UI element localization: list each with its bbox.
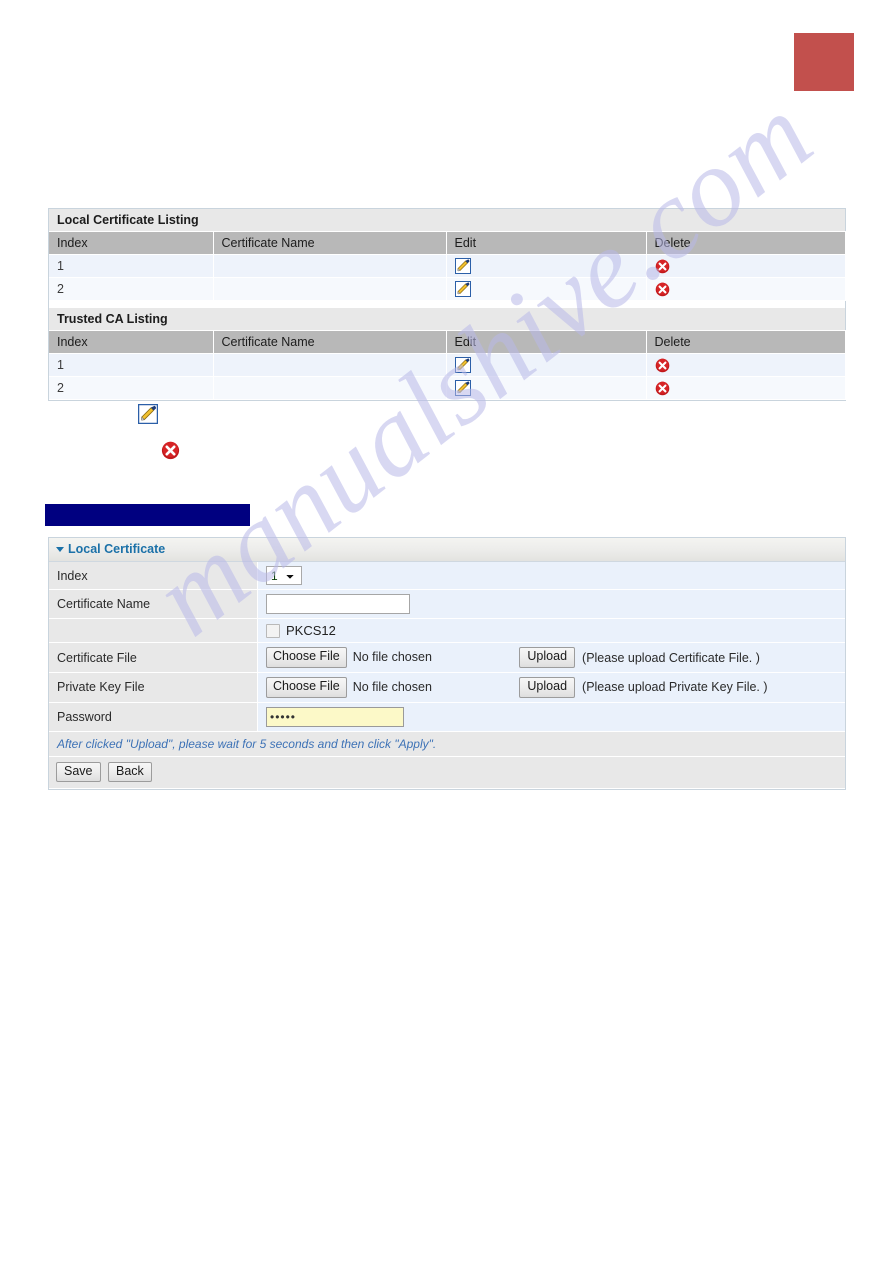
label-certificate-name: Certificate Name	[49, 589, 258, 619]
column-header-delete: Delete	[646, 330, 846, 354]
form-row-password: Password	[49, 702, 845, 732]
cell-edit[interactable]	[446, 376, 647, 400]
private-key-file-upload-group: Upload (Please upload Private Key File. …	[519, 676, 768, 698]
label-password: Password	[49, 702, 258, 732]
private-key-file-choose-button[interactable]: Choose File	[266, 676, 347, 698]
red-logo-block	[794, 33, 854, 91]
back-button[interactable]: Back	[107, 761, 152, 783]
edit-pen-icon[interactable]	[454, 258, 471, 274]
panel-title: Local Certificate	[68, 542, 166, 556]
column-header-index: Index	[49, 231, 214, 255]
local-certificate-form: Index 1 Certificate Name PKCS12 Certific…	[49, 562, 845, 790]
delete-circle-icon[interactable]	[655, 381, 670, 396]
cell-certificate-name	[213, 353, 447, 377]
listing-title-trusted-ca: Trusted CA Listing	[49, 308, 846, 331]
listing-header-trusted-ca: Index Certificate Name Edit Delete	[49, 330, 846, 354]
form-notice: After clicked "Upload", please wait for …	[49, 731, 845, 757]
private-key-file-hint: (Please upload Private Key File. )	[582, 680, 768, 695]
private-key-file-status: No file chosen	[352, 679, 432, 694]
delete-circle-icon[interactable]	[655, 259, 670, 274]
column-header-edit: Edit	[446, 330, 647, 354]
password-input-wrap	[266, 705, 418, 728]
delete-circle-icon[interactable]	[655, 358, 670, 373]
label-index: Index	[49, 562, 258, 590]
cell-delete[interactable]	[646, 376, 846, 400]
cell-edit[interactable]	[446, 277, 647, 301]
cell-index: 2	[49, 277, 214, 301]
certificate-listings: Local Certificate Listing Index Certific…	[48, 208, 846, 401]
cell-index: 1	[49, 254, 214, 278]
cell-edit[interactable]	[446, 254, 647, 278]
column-header-edit: Edit	[446, 231, 647, 255]
edit-pen-icon[interactable]	[454, 281, 471, 297]
table-row[interactable]: 1	[49, 254, 846, 278]
listing-section-title-trusted-ca: Trusted CA Listing	[49, 308, 846, 331]
chevron-down-icon[interactable]	[56, 546, 64, 552]
label-certificate-file: Certificate File	[49, 642, 258, 673]
cell-certificate-name	[213, 376, 447, 400]
form-actions: Save Back	[49, 756, 845, 790]
legend-edit-pen-icon	[138, 404, 158, 429]
form-row-certificate-name: Certificate Name	[49, 589, 845, 619]
edit-pen-icon[interactable]	[454, 380, 471, 396]
column-header-index: Index	[49, 330, 214, 354]
form-row-index: Index 1	[49, 562, 845, 590]
listing-section-title-local: Local Certificate Listing	[49, 209, 846, 232]
local-certificate-panel: Local Certificate Index 1 Certificate Na…	[48, 537, 846, 791]
table-row[interactable]: 1	[49, 353, 846, 377]
listing-spacer	[49, 300, 846, 308]
cell-delete[interactable]	[646, 277, 846, 301]
label-private-key-file: Private Key File	[49, 672, 258, 703]
listing-title-local: Local Certificate Listing	[49, 209, 846, 232]
table-row[interactable]: 2	[49, 277, 846, 301]
cell-delete[interactable]	[646, 353, 846, 377]
certificate-file-upload-button[interactable]: Upload	[519, 647, 576, 668]
certificate-file-hint: (Please upload Certificate File. )	[582, 650, 760, 665]
panel-header[interactable]: Local Certificate	[49, 538, 845, 562]
certificate-file-status: No file chosen	[352, 649, 432, 664]
cell-edit[interactable]	[446, 353, 647, 377]
column-header-certificate-name: Certificate Name	[213, 231, 447, 255]
legend-delete-circle-icon	[161, 441, 180, 465]
cell-certificate-name	[213, 277, 447, 301]
pkcs12-label: PKCS12	[286, 623, 336, 639]
form-row-pkcs12: PKCS12	[49, 618, 845, 644]
certificate-file-choose-button[interactable]: Choose File	[266, 647, 347, 668]
cell-delete[interactable]	[646, 254, 846, 278]
cell-certificate-name	[213, 254, 447, 278]
navy-heading-bar	[45, 504, 250, 526]
form-row-certificate-file: Certificate File Choose File No file chos…	[49, 642, 845, 673]
save-button[interactable]: Save	[56, 761, 101, 783]
value-certificate-file: Choose File No file chosen Upload (Please…	[257, 642, 845, 673]
column-header-delete: Delete	[646, 231, 846, 255]
cell-index: 2	[49, 376, 214, 400]
value-password	[257, 702, 845, 732]
private-key-file-upload-button[interactable]: Upload	[519, 676, 576, 698]
edit-pen-icon[interactable]	[454, 357, 471, 373]
value-index: 1	[257, 562, 845, 590]
column-header-certificate-name: Certificate Name	[213, 330, 447, 354]
listing-header-local: Index Certificate Name Edit Delete	[49, 231, 846, 255]
value-pkcs12: PKCS12	[257, 618, 845, 644]
table-row[interactable]: 2	[49, 376, 846, 400]
delete-circle-icon[interactable]	[655, 282, 670, 297]
password-input[interactable]	[266, 706, 404, 727]
form-notice-row: After clicked "Upload", please wait for …	[49, 731, 845, 757]
form-row-private-key-file: Private Key File Choose File No file chos…	[49, 672, 845, 703]
certificate-file-upload-group: Upload (Please upload Certificate File. …	[519, 647, 760, 668]
pkcs12-checkbox[interactable]	[266, 623, 280, 638]
label-pkcs12	[49, 618, 258, 644]
certificate-name-input[interactable]	[266, 594, 410, 614]
index-select[interactable]: 1	[266, 566, 302, 585]
form-action-row: Save Back	[49, 756, 845, 790]
cell-index: 1	[49, 353, 214, 377]
listing-table: Local Certificate Listing Index Certific…	[49, 209, 846, 400]
value-certificate-name	[257, 589, 845, 619]
value-private-key-file: Choose File No file chosen Upload (Please…	[257, 672, 845, 703]
